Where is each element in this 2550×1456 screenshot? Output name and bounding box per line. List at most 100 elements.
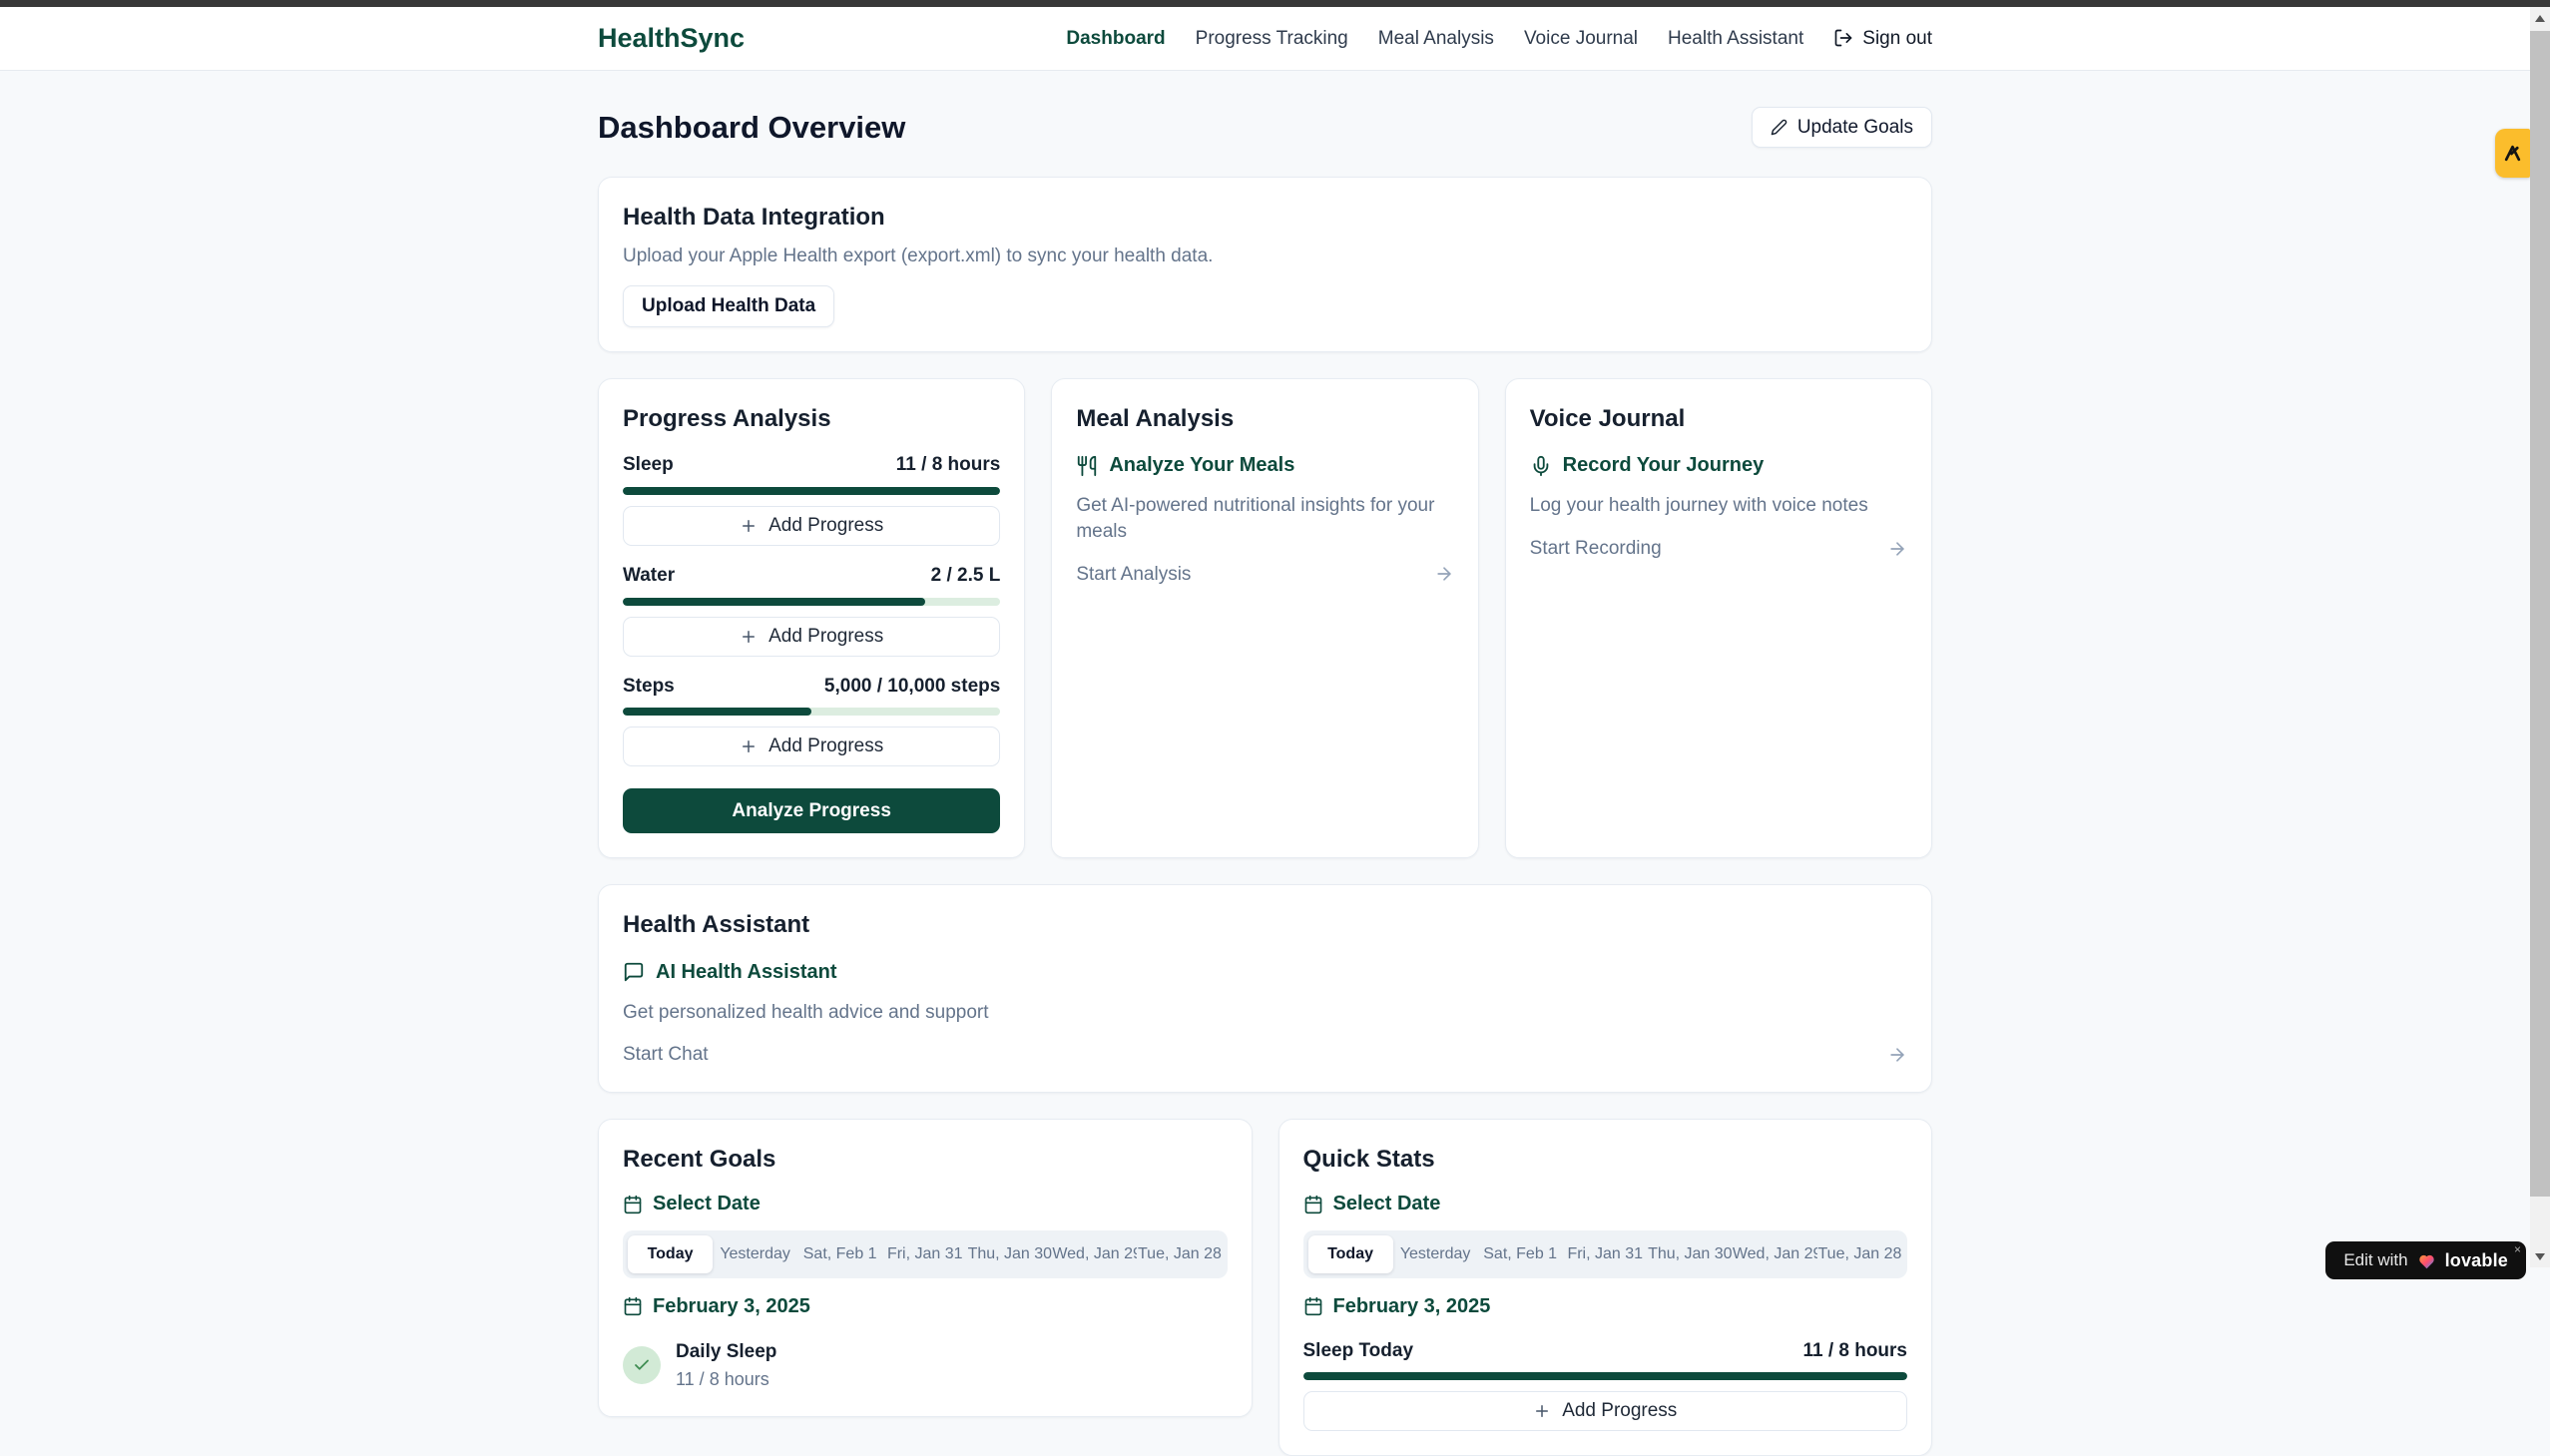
start-analysis-link[interactable]: Start Analysis <box>1076 562 1453 588</box>
steps-progress-bar <box>623 708 1000 716</box>
tab-fri-jan-31[interactable]: Fri, Jan 31 <box>882 1235 967 1273</box>
log-out-icon <box>1833 28 1853 48</box>
start-chat-link[interactable]: Start Chat <box>623 1042 1907 1068</box>
window-top-strip <box>0 0 2550 7</box>
calendar-icon <box>623 1296 643 1316</box>
scrollbar-thumb[interactable] <box>2530 31 2550 1197</box>
plus-icon <box>740 628 758 646</box>
metric-sleep: Sleep 11 / 8 hours Add Progress <box>623 452 1000 546</box>
tab-sat-feb-1[interactable]: Sat, Feb 1 <box>797 1235 882 1273</box>
health-data-description: Upload your Apple Health export (export.… <box>623 243 1907 269</box>
nav-health-assistant[interactable]: Health Assistant <box>1668 26 1803 52</box>
nav-meal-analysis[interactable]: Meal Analysis <box>1378 26 1494 52</box>
tab-yesterday[interactable]: Yesterday <box>1393 1235 1478 1273</box>
arrow-right-icon <box>1434 564 1454 584</box>
app-logo[interactable]: HealthSync <box>598 20 745 56</box>
lovable-prefix-label: Edit with <box>2343 1249 2407 1272</box>
recent-goals-date-tabs: Today Yesterday Sat, Feb 1 Fri, Jan 31 T… <box>623 1230 1228 1278</box>
scrollbar-up-button[interactable] <box>2530 7 2550 29</box>
meal-analysis-description: Get AI-powered nutritional insights for … <box>1076 493 1453 544</box>
start-chat-label: Start Chat <box>623 1042 709 1068</box>
add-progress-sleep-button[interactable]: Add Progress <box>623 506 1000 546</box>
ai-health-assistant-label: AI Health Assistant <box>656 959 837 986</box>
analyze-progress-button[interactable]: Analyze Progress <box>623 788 1000 833</box>
metric-value: 2 / 2.5 L <box>931 563 1001 589</box>
recent-goals-current-date: February 3, 2025 <box>623 1293 1228 1320</box>
nav-progress-tracking[interactable]: Progress Tracking <box>1196 26 1348 52</box>
quick-stats-current-date: February 3, 2025 <box>1303 1293 1908 1320</box>
analyze-your-meals-label: Analyze Your Meals <box>1109 452 1294 479</box>
add-progress-label: Add Progress <box>768 515 883 537</box>
edit-with-lovable-badge[interactable]: Edit with lovable × <box>2325 1241 2526 1279</box>
goal-name: Daily Sleep <box>676 1339 776 1365</box>
meal-analysis-title: Meal Analysis <box>1076 403 1453 435</box>
page-title: Dashboard Overview <box>598 107 905 149</box>
upload-health-data-button[interactable]: Upload Health Data <box>623 285 834 327</box>
plus-icon <box>740 737 758 755</box>
tab-yesterday[interactable]: Yesterday <box>713 1235 797 1273</box>
heart-icon <box>2417 1252 2436 1269</box>
record-your-journey-link[interactable]: Record Your Journey <box>1530 452 1907 479</box>
calendar-icon <box>1303 1296 1323 1316</box>
calendar-icon <box>623 1195 643 1214</box>
goal-value: 11 / 8 hours <box>676 1367 776 1391</box>
add-progress-water-button[interactable]: Add Progress <box>623 617 1000 657</box>
tab-thu-jan-30[interactable]: Thu, Jan 30 <box>1648 1235 1733 1273</box>
metric-steps: Steps 5,000 / 10,000 steps Add Progress <box>623 674 1000 767</box>
current-date-label: February 3, 2025 <box>1333 1293 1491 1320</box>
quick-stats-select-date[interactable]: Select Date <box>1303 1191 1908 1217</box>
recent-goals-title: Recent Goals <box>623 1144 1228 1176</box>
stat-label: Sleep Today <box>1303 1338 1414 1364</box>
arrow-right-icon <box>1887 539 1907 559</box>
voice-journal-description: Log your health journey with voice notes <box>1530 493 1907 519</box>
metric-label: Steps <box>623 674 675 700</box>
tab-fri-jan-31[interactable]: Fri, Jan 31 <box>1563 1235 1648 1273</box>
microphone-icon <box>1530 455 1552 477</box>
vertical-scrollbar <box>2530 7 2550 1267</box>
tab-today[interactable]: Today <box>1308 1235 1393 1273</box>
recent-goals-select-date[interactable]: Select Date <box>623 1191 1228 1217</box>
nav-dashboard[interactable]: Dashboard <box>1066 26 1165 52</box>
start-recording-link[interactable]: Start Recording <box>1530 536 1907 562</box>
recent-goals-card: Recent Goals Select Date Today Yesterday… <box>598 1119 1253 1417</box>
arrow-right-icon <box>1887 1045 1907 1065</box>
voice-journal-title: Voice Journal <box>1530 403 1907 435</box>
select-date-label: Select Date <box>1333 1191 1441 1217</box>
update-goals-label: Update Goals <box>1797 117 1913 139</box>
sign-out-button[interactable]: Sign out <box>1833 26 1932 52</box>
tab-tue-jan-28[interactable]: Tue, Jan 28 <box>1817 1235 1902 1273</box>
pencil-icon <box>1771 119 1787 136</box>
sign-out-label: Sign out <box>1862 26 1932 52</box>
quick-stats-add-progress-button[interactable]: Add Progress <box>1303 1391 1908 1431</box>
health-assistant-card: Health Assistant AI Health Assistant Get… <box>598 884 1932 1093</box>
health-assistant-title: Health Assistant <box>623 909 1907 941</box>
record-your-journey-label: Record Your Journey <box>1563 452 1765 479</box>
tab-today[interactable]: Today <box>628 1235 713 1273</box>
analyze-your-meals-link[interactable]: Analyze Your Meals <box>1076 452 1453 479</box>
calendar-icon <box>1303 1195 1323 1214</box>
check-circle-icon <box>623 1346 661 1384</box>
feedback-widget-tab[interactable] <box>2495 129 2530 178</box>
ai-health-assistant-link[interactable]: AI Health Assistant <box>623 959 1907 986</box>
metric-value: 5,000 / 10,000 steps <box>824 674 1000 700</box>
chat-bubble-icon <box>623 961 645 983</box>
tab-thu-jan-30[interactable]: Thu, Jan 30 <box>967 1235 1052 1273</box>
upload-health-data-label: Upload Health Data <box>642 295 815 317</box>
plus-icon <box>1533 1402 1551 1420</box>
add-progress-steps-button[interactable]: Add Progress <box>623 727 1000 766</box>
tab-wed-jan-29[interactable]: Wed, Jan 29 <box>1733 1235 1817 1273</box>
tab-sat-feb-1[interactable]: Sat, Feb 1 <box>1478 1235 1563 1273</box>
add-progress-label: Add Progress <box>768 626 883 648</box>
lovable-brand-label: lovable <box>2445 1248 2508 1272</box>
sleep-progress-bar <box>623 487 1000 495</box>
stat-value: 11 / 8 hours <box>1802 1338 1907 1364</box>
header: HealthSync Dashboard Progress Tracking M… <box>0 7 2530 71</box>
tab-wed-jan-29[interactable]: Wed, Jan 29 <box>1052 1235 1137 1273</box>
update-goals-button[interactable]: Update Goals <box>1752 107 1932 148</box>
nav-voice-journal[interactable]: Voice Journal <box>1524 26 1638 52</box>
current-date-label: February 3, 2025 <box>653 1293 810 1320</box>
goal-list-item: Daily Sleep 11 / 8 hours <box>623 1339 1228 1392</box>
tab-tue-jan-28[interactable]: Tue, Jan 28 <box>1137 1235 1222 1273</box>
close-icon[interactable]: × <box>2514 1243 2521 1255</box>
scrollbar-down-button[interactable] <box>2530 1245 2550 1267</box>
